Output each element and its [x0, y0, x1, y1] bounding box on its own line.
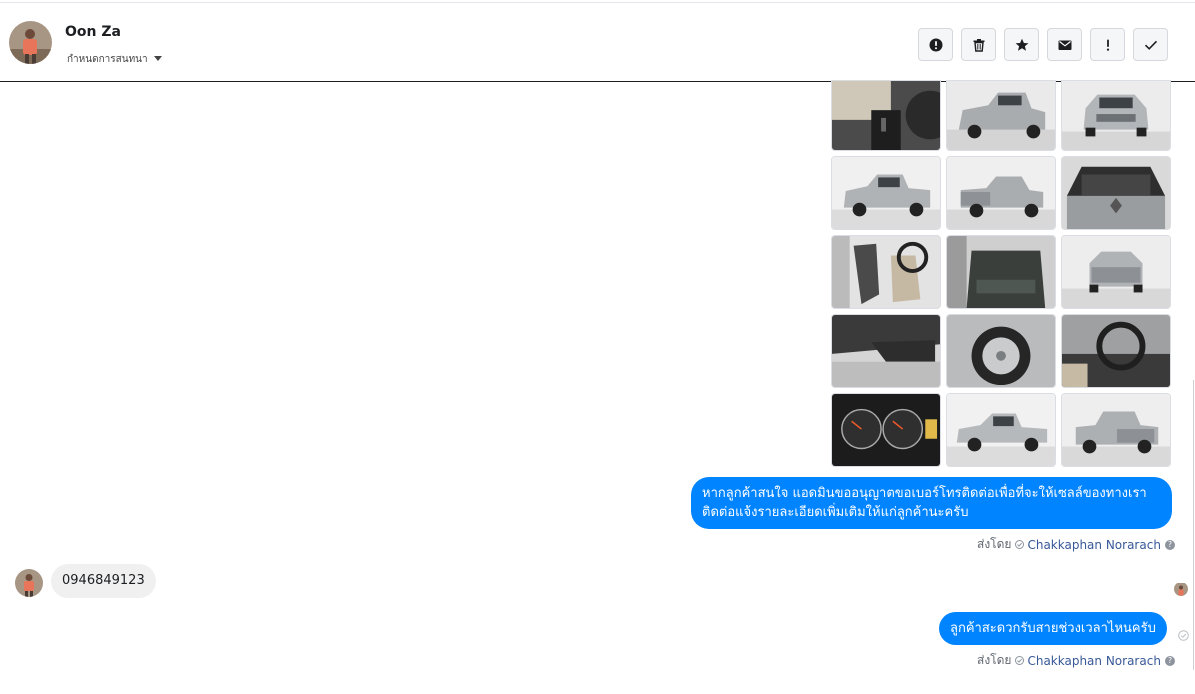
header-actions: [918, 28, 1168, 61]
incoming-message-phone-number[interactable]: 0946849123: [51, 564, 156, 598]
conversation-schedule-dropdown[interactable]: กำหนดการสนทนา: [67, 51, 162, 65]
photo-attachment-grid: [831, 80, 1171, 467]
photo-pickup-rear-quarter[interactable]: [1061, 393, 1171, 467]
photo-pickup-rear-angle[interactable]: [946, 156, 1056, 230]
help-icon[interactable]: ?: [1164, 655, 1175, 666]
mark-spam-button[interactable]: [918, 28, 953, 61]
verified-icon: [1015, 656, 1025, 665]
sent-status-icon: [1178, 630, 1189, 641]
mark-important-button[interactable]: [1090, 28, 1125, 61]
photo-interior-gear[interactable]: [831, 80, 941, 151]
photo-pickup-side[interactable]: [946, 393, 1056, 467]
seen-avatar: [1174, 582, 1188, 596]
exclamation-icon: [1106, 39, 1109, 51]
agent-name-link[interactable]: Chakkaphan Norarach: [1027, 654, 1160, 668]
sent-by-label: ส่งโดย Chakkaphan Norarach ?: [977, 535, 1175, 554]
caret-down-icon: [153, 56, 162, 61]
sent-by-label-2: ส่งโดย Chakkaphan Norarach ?: [977, 651, 1175, 670]
photo-door-panel[interactable]: [831, 314, 941, 388]
photo-pickup-side-front[interactable]: [831, 156, 941, 230]
schedule-label: กำหนดการสนทนา: [67, 54, 148, 65]
scrollbar-track[interactable]: [1193, 380, 1194, 670]
photo-pickup-front[interactable]: [1061, 80, 1171, 151]
delete-button[interactable]: [961, 28, 996, 61]
envelope-icon: [1058, 40, 1071, 50]
sent-by-prefix: ส่งโดย: [977, 653, 1012, 667]
contact-name[interactable]: Oon Za: [65, 24, 121, 40]
conversation-header: Oon Za กำหนดการสนทนา: [0, 2, 1195, 82]
photo-rear-seat[interactable]: [946, 235, 1056, 309]
help-icon[interactable]: ?: [1164, 539, 1175, 550]
photo-speedometer[interactable]: [831, 393, 941, 467]
photo-pickup-rear[interactable]: [1061, 235, 1171, 309]
contact-avatar-small[interactable]: [15, 569, 43, 597]
photo-engine-bay[interactable]: [1061, 156, 1171, 230]
sent-by-prefix: ส่งโดย: [977, 537, 1012, 551]
trash-icon: [973, 38, 984, 52]
photo-steering-wheel[interactable]: [1061, 314, 1171, 388]
star-icon: [1015, 38, 1028, 51]
photo-front-seats[interactable]: [831, 235, 941, 309]
outgoing-message-ask-time[interactable]: ลูกค้าสะดวกรับสายช่วงเวลาไหนครับ: [939, 612, 1167, 645]
photo-pickup-front-angle[interactable]: [946, 80, 1056, 151]
agent-name-link[interactable]: Chakkaphan Norarach: [1027, 538, 1160, 552]
mark-done-button[interactable]: [1133, 28, 1168, 61]
verified-icon: [1015, 540, 1025, 549]
alert-circle-icon: [929, 38, 942, 51]
photo-wheel[interactable]: [946, 314, 1056, 388]
outgoing-message-request-phone[interactable]: หากลูกค้าสนใจ แอดมินขออนุญาตขอเบอร์โทรติ…: [691, 477, 1172, 529]
star-button[interactable]: [1004, 28, 1039, 61]
contact-avatar[interactable]: [9, 21, 52, 64]
mark-unread-button[interactable]: [1047, 28, 1082, 61]
check-icon: [1144, 40, 1157, 50]
